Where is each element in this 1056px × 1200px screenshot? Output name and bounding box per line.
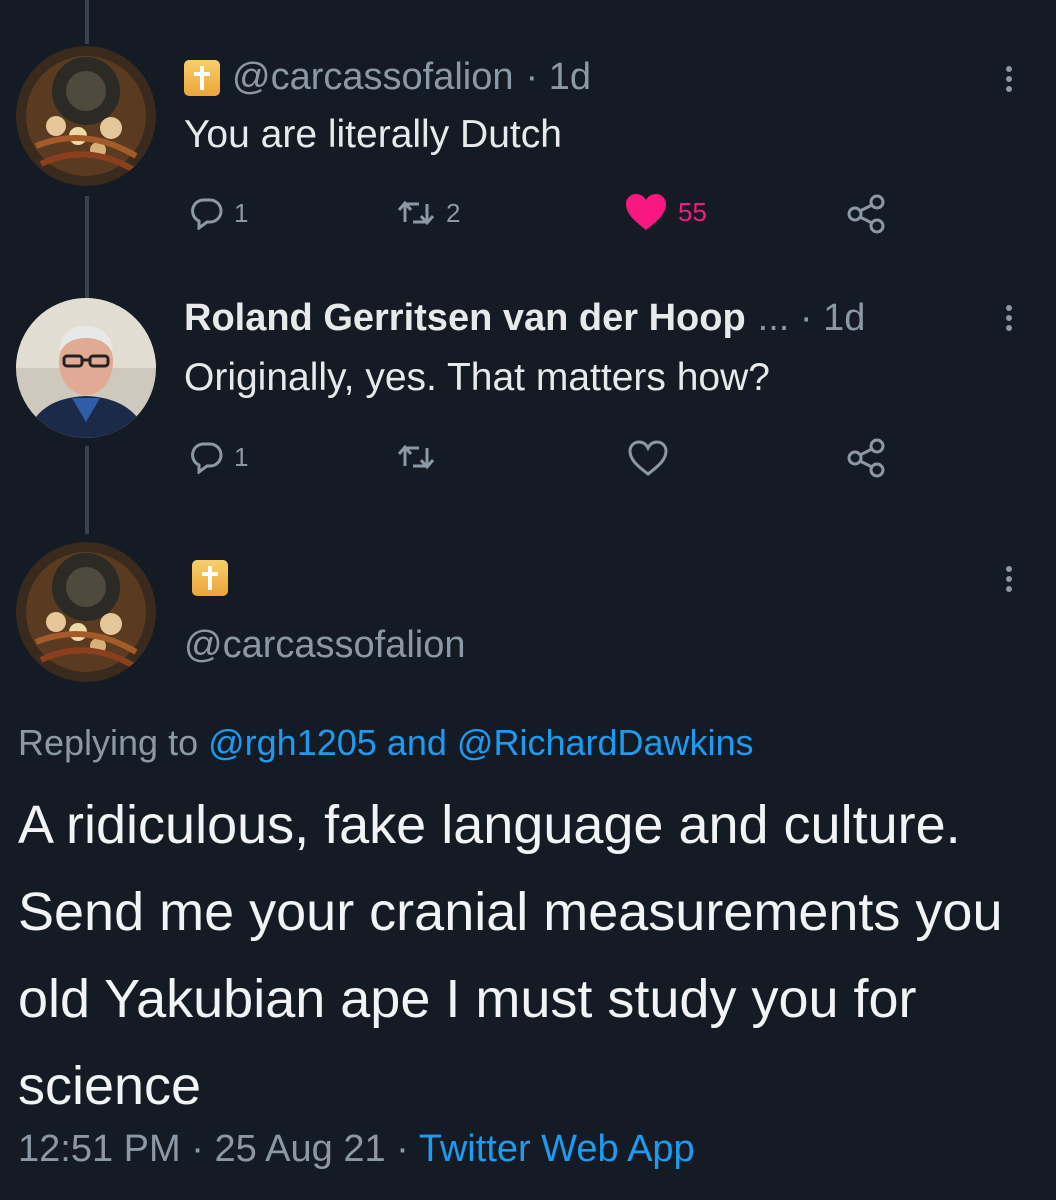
thread-line-1 (85, 196, 89, 300)
like-button[interactable] (626, 438, 670, 478)
retweet-icon (397, 444, 435, 470)
avatar[interactable] (16, 542, 156, 682)
avatar[interactable] (16, 46, 156, 186)
thread-line-top (85, 0, 89, 44)
separator: · (396, 1128, 409, 1170)
tweet-text: A ridiculous, fake language and culture.… (18, 795, 1003, 1116)
name-ellipsis: ... (757, 297, 790, 339)
share-button[interactable] (845, 438, 889, 478)
separator: · (799, 297, 813, 339)
reply-button[interactable]: 1 (190, 196, 248, 230)
replying-prefix: Replying to (18, 722, 199, 763)
retweet-button[interactable]: 2 (396, 196, 460, 230)
reply-button[interactable]: 1 (190, 440, 248, 474)
thread-line-2 (85, 446, 89, 534)
source-app-link[interactable]: Twitter Web App (419, 1128, 695, 1170)
timestamp[interactable]: 1d (823, 297, 865, 339)
avatar-image (16, 46, 156, 186)
avatar-image (16, 298, 156, 438)
reply-icon (191, 198, 223, 230)
like-count: 55 (678, 196, 707, 227)
flair-icon (184, 59, 220, 96)
tweet-header: Roland Gerritsen van der Hoop ... · 1d (184, 297, 865, 340)
flair-icon (192, 560, 228, 596)
timestamp[interactable]: 1d (549, 56, 591, 98)
avatar[interactable] (16, 298, 156, 438)
separator: · (191, 1128, 204, 1170)
retweet-icon (397, 200, 435, 226)
reply-icon (191, 442, 223, 474)
tweet-text: Originally, yes. That matters how? (184, 356, 770, 399)
handle[interactable]: @carcassofalion (184, 624, 465, 667)
avatar-image (16, 542, 156, 682)
like-button[interactable]: 55 (624, 192, 707, 232)
more-icon[interactable] (1003, 66, 1015, 92)
and-text: and (386, 722, 447, 763)
share-icon (847, 438, 885, 478)
heart-icon (626, 194, 666, 230)
tweet-meta: 12:51 PM · 25 Aug 21 · Twitter Web App (18, 1128, 695, 1171)
tweet-date[interactable]: 25 Aug 21 (214, 1128, 385, 1170)
tweet-header: @carcassofalion · 1d (184, 56, 591, 99)
share-icon (847, 194, 885, 234)
share-button[interactable] (845, 194, 889, 234)
retweet-button[interactable] (396, 440, 436, 474)
retweet-count: 2 (446, 197, 461, 228)
separator: · (525, 56, 539, 98)
mention-link[interactable]: @rgh1205 (208, 722, 377, 763)
handle[interactable]: @carcassofalion (232, 56, 513, 99)
tweet-text: You are literally Dutch (184, 113, 562, 156)
more-icon[interactable] (1003, 566, 1015, 592)
heart-icon (628, 440, 668, 476)
replying-to: Replying to @rgh1205 and @RichardDawkins (18, 722, 754, 764)
mention-link[interactable]: @RichardDawkins (457, 722, 754, 763)
display-name[interactable]: Roland Gerritsen van der Hoop (184, 297, 746, 340)
more-icon[interactable] (1003, 305, 1015, 331)
reply-count: 1 (234, 197, 249, 228)
tweet-time[interactable]: 12:51 PM (18, 1128, 181, 1170)
reply-count: 1 (234, 441, 249, 472)
